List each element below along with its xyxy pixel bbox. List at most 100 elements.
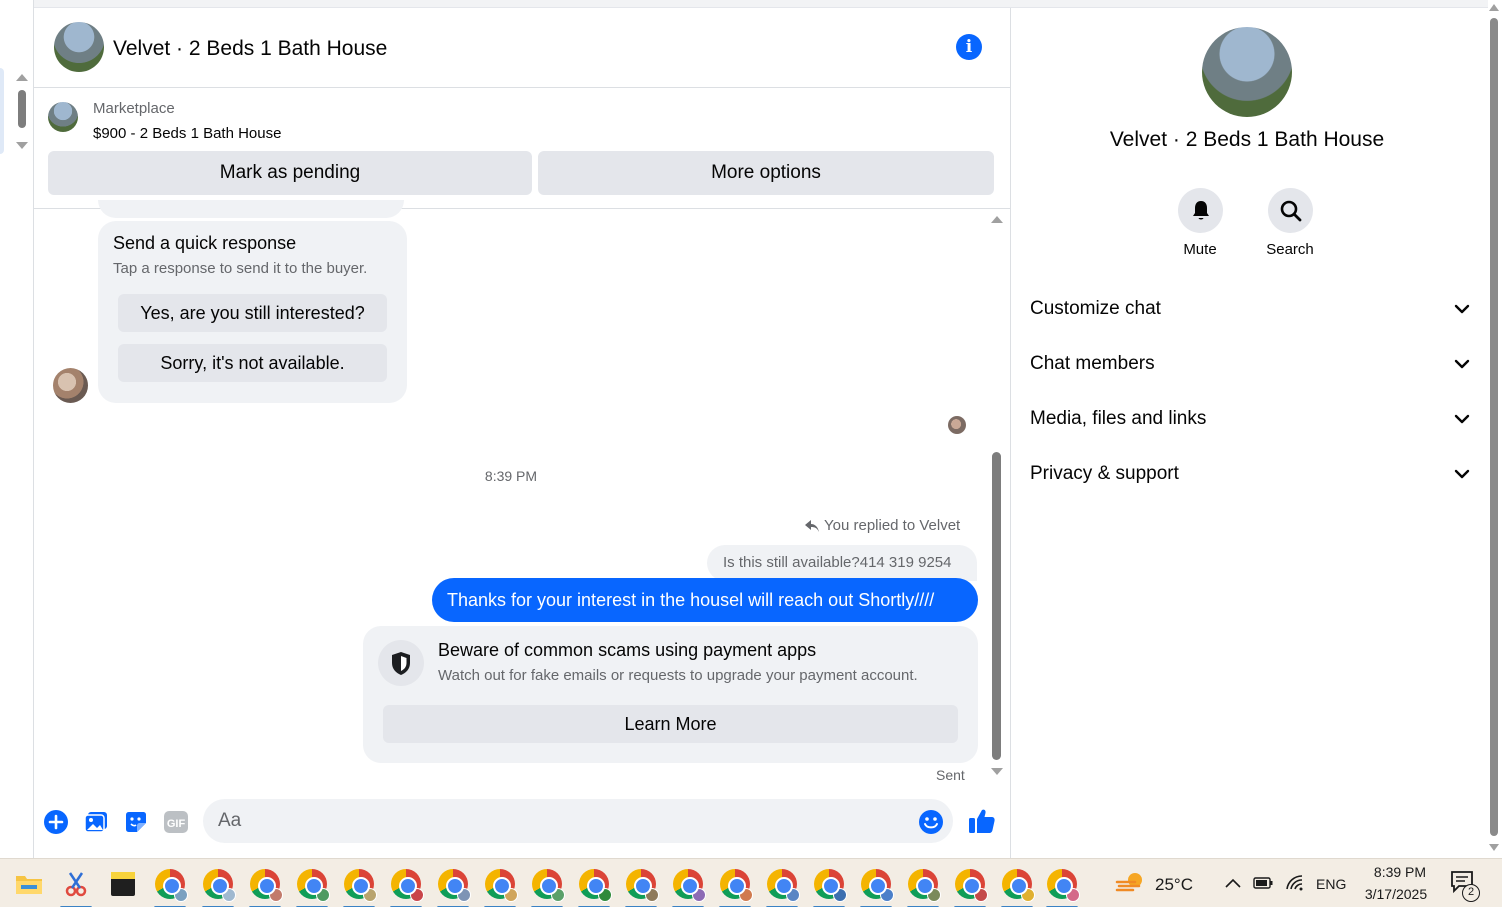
chrome-icon [438, 869, 471, 902]
page-scroll-down-icon[interactable] [1489, 844, 1499, 851]
chrome-window-icon[interactable] [997, 864, 1037, 907]
profile-badge [598, 888, 612, 902]
chevron-up-icon[interactable] [1224, 877, 1242, 889]
reply-arrow-icon [805, 519, 819, 532]
learn-more-button[interactable]: Learn More [383, 705, 958, 743]
profile-badge [786, 888, 800, 902]
gif-icon[interactable]: GIF [163, 809, 189, 835]
chrome-icon [814, 869, 847, 902]
chrome-window-icon[interactable] [480, 864, 520, 907]
file-explorer-icon[interactable] [9, 864, 49, 904]
profile-badge [645, 888, 659, 902]
battery-icon[interactable] [1253, 876, 1273, 890]
buyer-avatar[interactable] [53, 368, 88, 403]
chrome-window-icon[interactable] [668, 864, 708, 907]
sticky-notes-icon[interactable] [103, 864, 143, 904]
chrome-icon [579, 869, 612, 902]
chrome-icon [1047, 869, 1080, 902]
mute-button[interactable] [1178, 188, 1223, 233]
details-title: Velvet · 2 Beds 1 Bath House [1109, 128, 1385, 151]
privacy-support-section[interactable]: Privacy & support [1030, 454, 1470, 494]
weather-icon[interactable] [1115, 868, 1147, 896]
section-label: Customize chat [1030, 298, 1161, 319]
chrome-window-icon[interactable] [762, 864, 802, 907]
chrome-window-icon[interactable] [292, 864, 332, 907]
sticker-icon[interactable] [123, 809, 149, 835]
chat-members-section[interactable]: Chat members [1030, 344, 1470, 384]
chevron-down-icon [1454, 304, 1470, 314]
profile-badge [410, 888, 424, 902]
snipping-tool-icon[interactable] [56, 864, 96, 907]
search-button[interactable] [1268, 188, 1313, 233]
quick-response-option[interactable]: Sorry, it's not available. [118, 344, 387, 382]
chrome-window-icon[interactable] [856, 864, 896, 907]
profile-badge [880, 888, 894, 902]
details-avatar[interactable] [1202, 27, 1292, 117]
profile-badge [222, 888, 236, 902]
chrome-window-icon[interactable] [150, 864, 190, 907]
chrome-window-icon[interactable] [339, 864, 379, 907]
quick-response-option[interactable]: Yes, are you still interested? [118, 294, 387, 332]
more-options-button[interactable]: More options [538, 151, 994, 195]
page-scrollbar-thumb[interactable] [1490, 18, 1498, 836]
chrome-window-icon[interactable] [950, 864, 990, 907]
sent-message-bubble[interactable]: Thanks for your interest in the housel w… [432, 578, 978, 622]
page-scroll-up-icon[interactable] [1489, 4, 1499, 11]
profile-badge [739, 888, 753, 902]
search-label: Search [1266, 241, 1314, 258]
chrome-window-icon[interactable] [386, 864, 426, 907]
shield-icon [378, 640, 424, 686]
mark-as-pending-button[interactable]: Mark as pending [48, 151, 532, 195]
chrome-window-icon[interactable] [198, 864, 238, 907]
wifi-icon[interactable] [1284, 873, 1304, 891]
chat-scrollbar-thumb[interactable] [992, 452, 1001, 760]
profile-badge [174, 888, 188, 902]
chrome-icon [626, 869, 659, 902]
chrome-window-icon[interactable] [527, 864, 567, 907]
listing-avatar[interactable] [54, 22, 104, 72]
weather-temperature[interactable]: 25°C [1155, 875, 1193, 895]
chrome-window-icon[interactable] [903, 864, 943, 907]
chat-scroll-up-icon[interactable] [991, 216, 1003, 223]
chrome-window-icon[interactable] [809, 864, 849, 907]
section-label: Privacy & support [1030, 463, 1179, 484]
replied-to-text: You replied to Velvet [824, 517, 961, 534]
clock-time[interactable]: 8:39 PM [1360, 864, 1440, 880]
message-input[interactable] [203, 799, 953, 843]
chat-scrollbar[interactable] [989, 208, 1005, 783]
customize-chat-section[interactable]: Customize chat [1030, 289, 1470, 329]
listing-description[interactable]: $900 - 2 Beds 1 Bath House [93, 125, 281, 142]
chrome-window-icon[interactable] [621, 864, 661, 907]
media-files-links-section[interactable]: Media, files and links [1030, 399, 1470, 439]
svg-text:GIF: GIF [167, 818, 186, 830]
scam-warning-title: Beware of common scams using payment app… [438, 640, 817, 660]
chevron-down-icon [1454, 469, 1470, 479]
sidebar-scrollbar-thumb[interactable] [18, 90, 26, 128]
chrome-window-icon[interactable] [1042, 864, 1082, 907]
scroll-down-arrow-icon[interactable] [16, 142, 28, 149]
scam-warning-subtitle: Watch out for fake emails or requests to… [438, 667, 918, 684]
chrome-window-icon[interactable] [245, 864, 285, 907]
notification-center-icon[interactable]: 2 [1450, 870, 1482, 902]
chrome-window-icon[interactable] [715, 864, 755, 907]
chrome-window-icon[interactable] [574, 864, 614, 907]
section-label: Media, files and links [1030, 408, 1207, 429]
language-indicator[interactable]: ENG [1316, 876, 1346, 892]
chat-title[interactable]: Velvet · 2 Beds 1 Bath House [113, 37, 387, 61]
page-scrollbar[interactable] [1488, 0, 1502, 858]
info-icon[interactable]: i [956, 34, 982, 60]
photo-icon[interactable] [83, 809, 109, 835]
profile-badge [504, 888, 518, 902]
clock-date[interactable]: 3/17/2025 [1356, 886, 1436, 902]
profile-badge [316, 888, 330, 902]
chrome-window-icon[interactable] [433, 864, 473, 907]
chrome-icon [532, 869, 565, 902]
notification-count-badge: 2 [1462, 884, 1480, 902]
add-icon[interactable] [43, 809, 69, 835]
listing-thumbnail[interactable] [48, 102, 78, 132]
chat-scroll-down-icon[interactable] [991, 768, 1003, 775]
emoji-icon[interactable] [918, 809, 944, 835]
thumbs-up-icon[interactable] [967, 806, 997, 836]
replied-quote-bubble[interactable]: Is this still available?414 319 9254 [707, 545, 977, 581]
scroll-up-arrow-icon[interactable] [16, 74, 28, 81]
